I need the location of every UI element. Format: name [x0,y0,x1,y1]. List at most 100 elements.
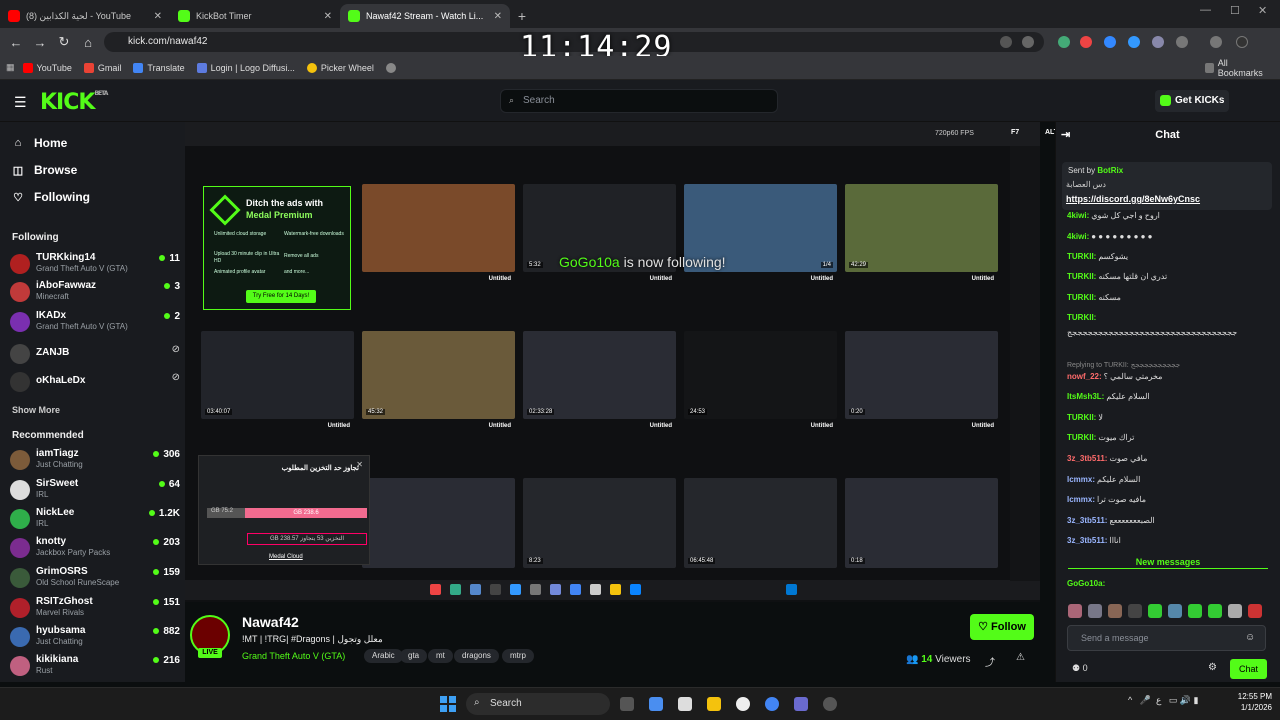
home-icon[interactable]: ⌂ [76,35,100,50]
all-bookmarks[interactable]: All Bookmarks [1205,58,1268,78]
medal-cloud-link[interactable]: Medal Cloud [269,554,303,560]
upgrade-button[interactable]: GB 238.57 التخزين 53 يتجاوز [247,533,367,545]
close-icon[interactable]: ✕ [494,11,502,22]
following-channel[interactable]: IKADx Grand Theft Auto V (GTA) 2 [10,310,180,334]
taskbar-clock[interactable]: 12:55 PM 1/1/2026 [1232,691,1272,713]
clip-thumbnail[interactable]: 06:45:48 [684,478,837,568]
tag[interactable]: mt [428,649,453,663]
emote-icon[interactable] [1188,604,1202,618]
system-tray[interactable]: ^ 🎤 ع ▭ 🔊 ▮ [1128,695,1198,706]
following-channel[interactable]: TURKking14 Grand Theft Auto V (GTA) 11 [10,252,180,276]
clip-thumbnail[interactable] [362,478,515,568]
extension-icon[interactable] [1128,36,1140,48]
bookmark-picker-wheel[interactable]: Picker Wheel [306,62,374,73]
obs-icon[interactable] [823,697,837,711]
close-icon[interactable]: ✕ [356,460,363,469]
sidebar-item-home[interactable]: ⌂ Home [12,136,68,150]
clip-thumbnail[interactable] [362,184,515,272]
streamer-name[interactable]: Nawaf42 [242,614,299,630]
menu-icon[interactable] [1210,36,1222,48]
clip-thumbnail[interactable]: 0:18 [845,478,998,568]
chat-message-input[interactable]: Send a message [1067,625,1266,651]
recommended-channel[interactable]: knotty Jackbox Party Packs 203 [10,536,180,560]
channel-points[interactable]: ⚉ 0 [1072,663,1088,674]
emote-icon[interactable] [1128,604,1142,618]
app-icon[interactable] [794,697,808,711]
extension-icon[interactable] [1104,36,1116,48]
maximize-icon[interactable]: ☐ [1230,4,1240,17]
sidebar-item-following[interactable]: ♡ Following [12,190,90,204]
following-channel[interactable]: iAboFawwaz Minecraft 3 [10,280,180,304]
extension-icon[interactable] [1058,36,1070,48]
follow-button[interactable]: ♡ Follow [970,614,1034,640]
recommended-channel[interactable]: GrimOSRS Old School RuneScape 159 [10,566,180,590]
profile-avatar[interactable] [1236,36,1248,48]
sidebar-item-browse[interactable]: ◫ Browse [12,163,78,177]
forward-icon[interactable]: → [28,35,52,50]
clip-thumbnail[interactable]: 45:32 [362,331,515,419]
recommended-channel[interactable]: kikikiana Rust 216 [10,654,180,678]
emote-icon[interactable] [1088,604,1102,618]
clip-thumbnail[interactable]: 0:20 [845,331,998,419]
following-channel[interactable]: ZANJB ⊘ [10,342,180,366]
recommended-channel[interactable]: SirSweet IRL 64 [10,478,180,502]
star-icon[interactable] [1022,36,1034,48]
emote-icon[interactable] [1068,604,1082,618]
emote-icon[interactable] [1168,604,1182,618]
close-icon[interactable]: ✕ [324,11,332,22]
chrome-icon[interactable] [765,697,779,711]
store-icon[interactable] [678,697,692,711]
try-free-button[interactable]: Try Free for 14 Days! [246,290,316,303]
browser-tab-youtube[interactable]: (8) لحية الكذابين - YouTube ✕ [0,4,170,28]
eye-off-icon[interactable] [1000,36,1012,48]
report-icon[interactable]: ⚠ [1016,652,1025,663]
recommended-channel[interactable]: iamTiagz Just Chatting 306 [10,448,180,472]
get-kicks-button[interactable]: Get KICKs [1155,90,1229,112]
clip-thumbnail[interactable]: 42:29 [845,184,998,272]
emote-icon[interactable] [1108,604,1122,618]
bookmark-youtube[interactable]: YouTube [22,62,72,73]
stream-category[interactable]: Grand Theft Auto V (GTA) [242,651,345,661]
tag[interactable]: Arabic [364,649,403,663]
browser-tab-kickbot[interactable]: KickBot Timer ✕ [170,4,340,28]
apps-icon[interactable]: ▦ [6,62,15,73]
extension-icon[interactable] [1152,36,1164,48]
puzzle-icon[interactable] [1176,36,1188,48]
copilot-icon[interactable] [649,697,663,711]
discord-link[interactable]: https://discord.gg/8eNw6yCnsc [1066,194,1200,204]
kick-logo[interactable]: KICKBETA [40,90,108,115]
recommended-channel[interactable]: RSITzGhost Marvel Rivals 151 [10,596,180,620]
settings-icon[interactable] [736,697,750,711]
clip-thumbnail[interactable]: 02:33:28 [523,331,676,419]
recommended-channel[interactable]: hyubsama Just Chatting 882 [10,625,180,649]
new-messages-divider[interactable]: New messages [1068,557,1268,569]
emote-icon[interactable] [1148,604,1162,618]
task-view-icon[interactable] [620,697,634,711]
gear-icon[interactable]: ⚙ [1208,662,1217,673]
extension-icon[interactable] [1080,36,1092,48]
back-icon[interactable]: ← [4,35,28,50]
pinned-message[interactable]: Sent by BotRix دس العصابة https://discor… [1062,162,1272,210]
search-input[interactable]: Search [500,89,778,113]
bookmark-gmail[interactable]: Gmail [83,62,121,73]
file-explorer-icon[interactable] [707,697,721,711]
windows-start-icon[interactable] [440,696,456,712]
show-more-link[interactable]: Show More [12,405,60,415]
send-chat-button[interactable]: Chat [1230,659,1267,679]
clip-thumbnail[interactable]: 24:53 [684,331,837,419]
emote-icon[interactable] [1208,604,1222,618]
bookmark-translate[interactable]: Translate [133,62,185,73]
clip-thumbnail[interactable]: 8:23 [523,478,676,568]
share-icon[interactable]: ⤴ [985,654,995,669]
emoji-icon[interactable]: ☺ [1245,632,1255,643]
taskbar-search[interactable]: Search [466,693,610,715]
minimize-icon[interactable]: — [1200,4,1211,16]
emote-icon[interactable] [1228,604,1242,618]
close-icon[interactable]: ✕ [154,11,162,22]
bookmark-login[interactable]: Login | Logo Diffusi... [196,62,295,73]
reload-icon[interactable]: ↻ [52,34,76,50]
tag[interactable]: gta [400,649,428,663]
clip-thumbnail[interactable]: 03:40:07 [201,331,354,419]
browser-tab-nawaf42[interactable]: Nawaf42 Stream - Watch Li... ✕ [340,4,510,28]
emote-icon[interactable] [1248,604,1262,618]
